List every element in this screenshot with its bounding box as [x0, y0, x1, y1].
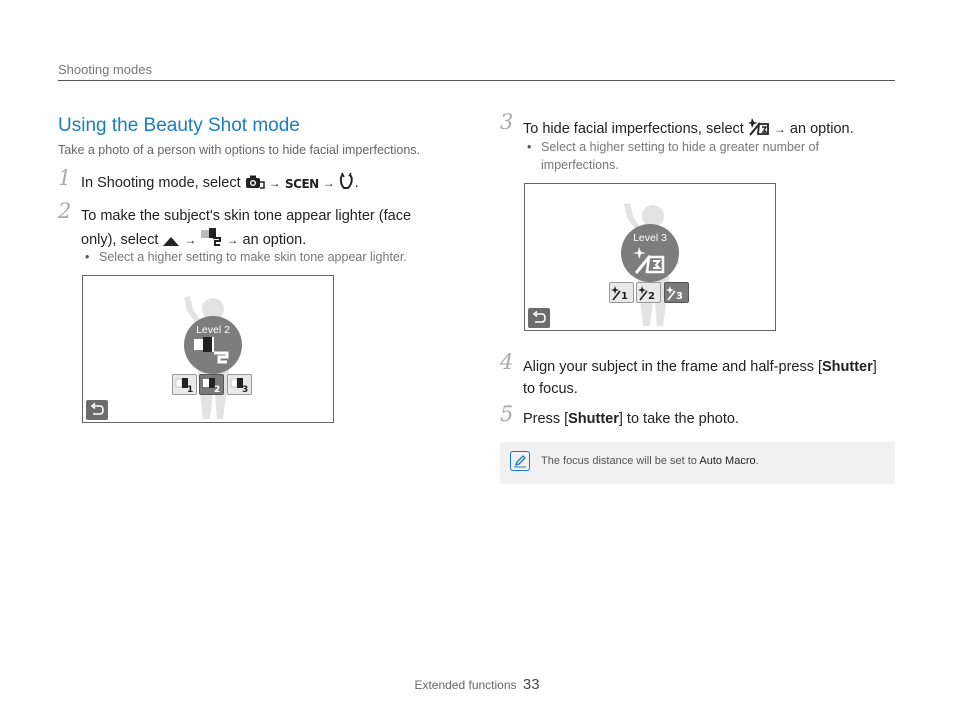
header-divider	[58, 80, 895, 81]
step-number: 4	[500, 350, 514, 374]
step-bullet: Select a higher setting to make skin ton…	[85, 248, 407, 266]
level-label: Level 2	[196, 324, 230, 336]
step-text-part: Press [	[523, 411, 569, 427]
shutter-key-label: Shutter	[822, 359, 873, 375]
note-text-part: The focus distance will be set to	[541, 455, 697, 467]
svg-text:SCENE: SCENE	[285, 177, 319, 190]
arrow-glyph: →	[184, 233, 197, 247]
arrow-glyph: →	[322, 176, 335, 190]
step-text-part: an option.	[242, 232, 307, 248]
step-text: In Shooting mode, select → SCENE → .	[81, 172, 359, 197]
step-number: 3	[500, 110, 514, 134]
step-text-line: to focus.	[523, 381, 578, 397]
back-button[interactable]	[528, 308, 550, 328]
option-face-level-2[interactable]: 2	[636, 282, 661, 303]
option-number: 3	[676, 291, 683, 302]
option-number: 1	[187, 385, 193, 394]
back-icon	[90, 403, 104, 415]
step-number: 5	[500, 402, 514, 426]
step-text-part: In Shooting mode, select	[81, 175, 241, 191]
arrow-glyph: →	[773, 122, 786, 136]
skin-tone-icon	[194, 337, 229, 364]
camera-mode-icon	[245, 174, 265, 197]
back-button[interactable]	[86, 400, 108, 420]
camera-screen-face-retouch: Level 3 1 2 3	[524, 183, 776, 331]
footer-section: Extended functions	[414, 678, 517, 692]
step-text-end: .	[354, 175, 359, 191]
running-head: Shooting modes	[58, 62, 152, 77]
page-footer: Extended functions 33	[0, 676, 954, 693]
bullet-line: Select a higher setting to hide a greate…	[541, 140, 819, 154]
step-text: Align your subject in the frame and half…	[523, 356, 877, 400]
step-bullet: Select a higher setting to hide a greate…	[527, 138, 819, 174]
option-skin-level-2[interactable]: 2	[199, 374, 224, 395]
bullet-line: imperfections.	[541, 158, 619, 172]
option-number: 1	[621, 291, 628, 302]
step-text-part: ]	[872, 359, 877, 375]
section-subtitle: Take a photo of a person with options to…	[58, 143, 421, 157]
scene-icon: SCENE	[285, 175, 327, 197]
level-indicator: Level 2	[184, 316, 242, 374]
step-text-part: an option.	[789, 121, 854, 137]
face-retouch-icon	[633, 247, 665, 274]
shutter-key-label: Shutter	[568, 411, 619, 427]
step-text-part: ] to take the photo.	[618, 411, 739, 427]
level-label: Level 3	[633, 232, 667, 244]
option-skin-level-1[interactable]: 1	[172, 374, 197, 395]
step-text: Press [Shutter] to take the photo.	[523, 408, 739, 430]
note-pencil-icon	[510, 451, 530, 471]
option-face-level-1[interactable]: 1	[609, 282, 634, 303]
option-number: 2	[214, 385, 220, 394]
camera-screen-skin-tone: Level 2 1 2 3	[82, 275, 334, 423]
step-text-part: only), select	[81, 232, 159, 248]
note-box: The focus distance will be set to Auto M…	[500, 442, 895, 484]
section-title: Using the Beauty Shot mode	[58, 115, 300, 136]
step-number: 1	[58, 166, 72, 190]
back-icon	[532, 311, 546, 323]
level-indicator: Level 3	[621, 224, 679, 282]
beauty-shot-icon	[339, 172, 355, 197]
option-skin-level-3[interactable]: 3	[227, 374, 252, 395]
step-text-part: Align your subject in the frame and half…	[523, 359, 823, 375]
step-text-line: To make the subject's skin tone appear l…	[81, 208, 412, 224]
option-face-level-3[interactable]: 3	[664, 282, 689, 303]
step-text-part: To hide facial imperfections, select	[523, 121, 744, 137]
note-text-part: .	[755, 455, 759, 467]
page-number: 33	[522, 676, 540, 693]
arrow-glyph: →	[226, 233, 239, 247]
option-number: 2	[648, 291, 655, 302]
step-number: 2	[58, 199, 72, 223]
step-text: To make the subject's skin tone appear l…	[81, 205, 441, 254]
step-text-line: Align your subject in the frame and half…	[523, 356, 877, 378]
note-text: The focus distance will be set to Auto M…	[541, 455, 759, 467]
note-highlight: Auto Macro	[699, 455, 756, 467]
arrow-glyph: →	[268, 176, 281, 190]
option-number: 3	[242, 385, 248, 394]
